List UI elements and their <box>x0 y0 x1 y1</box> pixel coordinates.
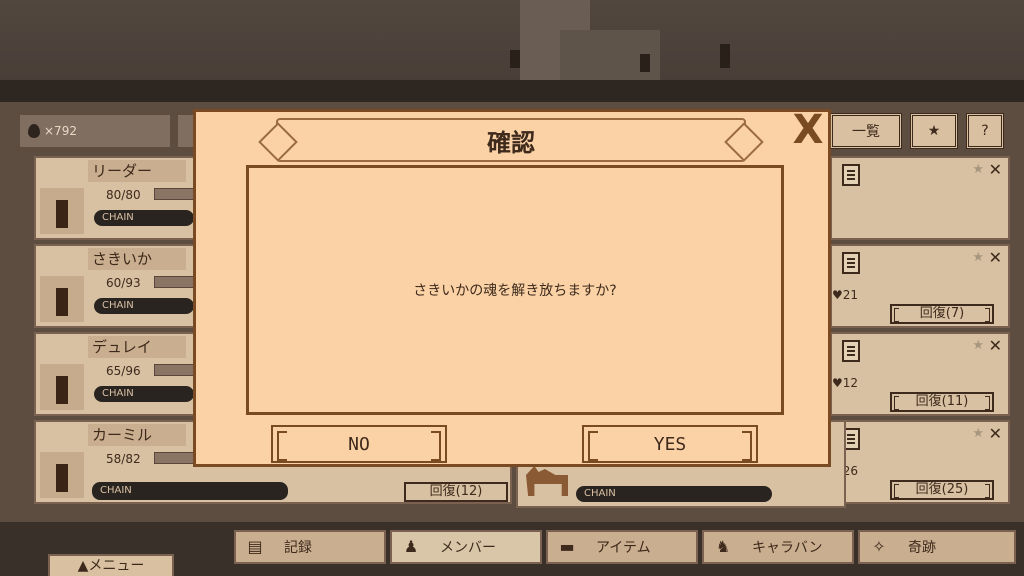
menu-button[interactable]: ▲メニュー <box>48 554 174 576</box>
sparkle-icon: ✧ <box>872 537 886 556</box>
member-card-right[interactable]: ★ ✕ ♥12 回復(11) <box>830 332 1010 416</box>
member-hp: 60/93 <box>106 276 141 290</box>
caravan-figure <box>720 44 730 68</box>
help-icon: ? <box>981 123 989 139</box>
member-name: カーミル <box>88 424 186 446</box>
heal-button[interactable]: 回復(12) <box>404 482 508 502</box>
hp-bar <box>154 276 194 288</box>
soul-icon <box>28 124 40 138</box>
chain-bar: CHAIN <box>92 482 288 500</box>
document-icon[interactable] <box>842 340 860 362</box>
affinity-value: ♥21 <box>832 288 859 302</box>
chest-icon: ▬ <box>559 537 575 556</box>
confirm-dialog: 確認 X さきいかの魂を解き放ちますか? NO YES <box>193 109 831 467</box>
caravan-figure <box>640 54 650 72</box>
member-portrait <box>40 188 84 234</box>
scene-background <box>0 0 1024 102</box>
close-icon[interactable]: ✕ <box>989 424 1002 443</box>
yes-button-label: YES <box>653 433 687 455</box>
soul-counter: ×792 <box>20 115 170 147</box>
member-name: さきいか <box>88 248 186 270</box>
star-icon[interactable]: ★ <box>972 338 984 353</box>
caravan-figure <box>510 50 520 68</box>
star-icon[interactable]: ★ <box>972 162 984 177</box>
heal-button[interactable]: 回復(11) <box>890 392 994 412</box>
chain-bar: CHAIN <box>94 210 194 226</box>
ground <box>0 80 1024 102</box>
close-icon[interactable]: ✕ <box>989 160 1002 179</box>
close-icon[interactable]: ✕ <box>989 336 1002 355</box>
member-hp: 58/82 <box>106 452 141 466</box>
member-name: デュレイ <box>88 336 186 358</box>
heal-button[interactable]: 回復(25) <box>890 480 994 500</box>
close-icon[interactable]: X <box>788 110 828 152</box>
tab-label: 記録 <box>284 540 312 556</box>
tab-members[interactable]: ♟ メンバー <box>390 530 542 564</box>
tab-label: 奇跡 <box>908 540 936 556</box>
member-portrait <box>40 452 84 498</box>
star-icon: ★ <box>927 123 941 139</box>
camel-icon: ♞ <box>715 537 731 556</box>
member-name: リーダー <box>88 160 186 182</box>
star-icon[interactable]: ★ <box>972 426 984 441</box>
no-button-label: NO <box>348 433 370 455</box>
document-icon[interactable] <box>842 164 860 186</box>
yes-button[interactable]: YES <box>582 425 758 463</box>
hp-bar <box>154 188 194 200</box>
camel-icon <box>526 466 568 496</box>
tab-items[interactable]: ▬ アイテム <box>546 530 698 564</box>
member-card-right[interactable]: ★ ✕ ♥26 回復(25) <box>830 420 1010 504</box>
star-icon[interactable]: ★ <box>972 250 984 265</box>
dialog-title-banner: 確認 <box>276 118 746 162</box>
tab-label: アイテム <box>596 540 651 556</box>
close-icon[interactable]: ✕ <box>989 248 1002 267</box>
tab-records[interactable]: ▤ 記録 <box>234 530 386 564</box>
hp-bar <box>154 364 194 376</box>
tab-label: メンバー <box>440 540 496 556</box>
tab-label: キャラバン <box>752 540 823 556</box>
heal-button[interactable]: 回復(7) <box>890 304 994 324</box>
no-button[interactable]: NO <box>271 425 447 463</box>
list-button[interactable]: 一覧 <box>830 113 902 149</box>
dialog-title: 確認 <box>487 128 535 157</box>
soul-count: ×792 <box>44 124 77 138</box>
chain-bar: CHAIN <box>94 386 194 402</box>
tab-miracles[interactable]: ✧ 奇跡 <box>858 530 1016 564</box>
member-card-right[interactable]: ★ ✕ ♥21 回復(7) <box>830 244 1010 328</box>
dialog-message: さきいかの魂を解き放ちますか? <box>413 283 617 299</box>
members-icon: ♟ <box>403 537 419 556</box>
hp-bar <box>154 452 194 464</box>
list-button-label: 一覧 <box>852 124 880 140</box>
affinity-value: ♥12 <box>832 376 859 390</box>
chain-bar: CHAIN <box>94 298 194 314</box>
chain-bar: CHAIN <box>576 486 772 502</box>
dialog-message-box: さきいかの魂を解き放ちますか? <box>246 165 784 415</box>
member-hp: 80/80 <box>106 188 141 202</box>
help-button[interactable]: ? <box>966 113 1004 149</box>
favorite-button[interactable]: ★ <box>910 113 958 149</box>
member-card-right[interactable]: ★ ✕ <box>830 156 1010 240</box>
member-portrait <box>40 276 84 322</box>
member-portrait <box>40 364 84 410</box>
member-hp: 65/96 <box>106 364 141 378</box>
document-icon[interactable] <box>842 252 860 274</box>
document-icon: ▤ <box>247 537 263 556</box>
tab-caravan[interactable]: ♞ キャラバン <box>702 530 854 564</box>
